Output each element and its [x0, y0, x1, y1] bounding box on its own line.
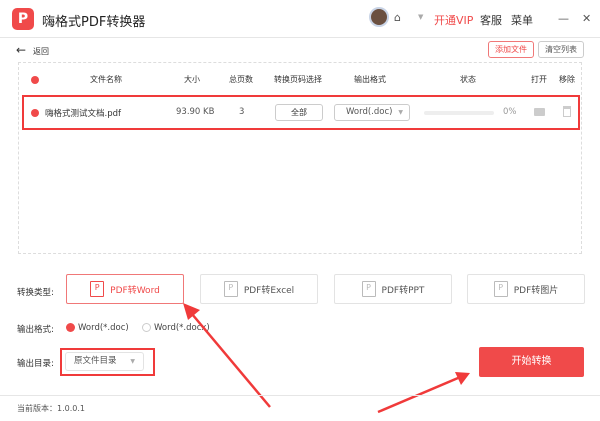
arrowhead — [183, 303, 200, 320]
arrow-line — [191, 313, 271, 408]
version-text: 当前版本：1.0.0.1 — [17, 404, 85, 413]
footer-divider — [0, 395, 600, 396]
annotation-arrows — [183, 303, 470, 414]
